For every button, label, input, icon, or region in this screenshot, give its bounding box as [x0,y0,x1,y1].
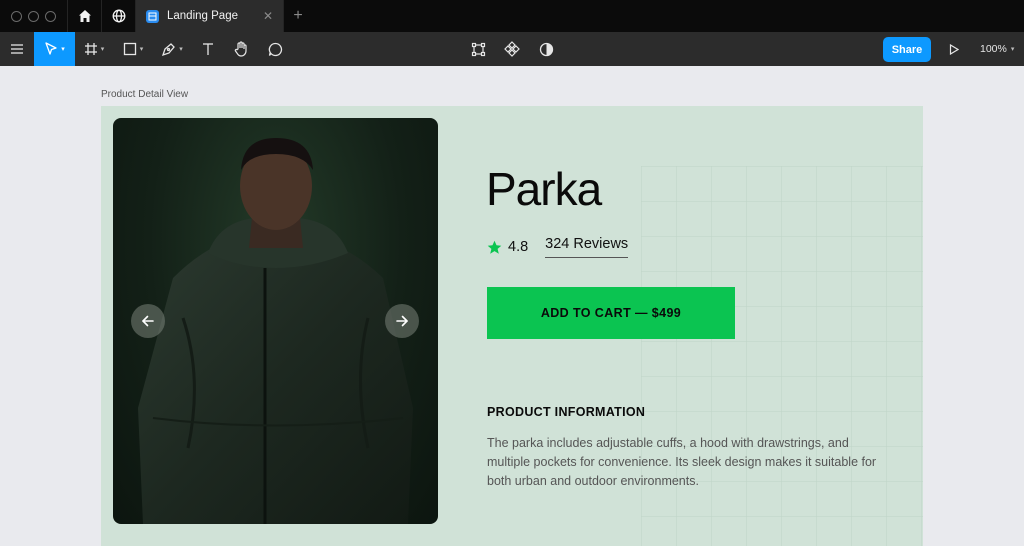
new-tab-button[interactable]: + [284,0,312,32]
previous-image-button[interactable] [131,304,165,338]
chevron-down-icon: ▾ [139,46,144,53]
play-icon [949,43,959,55]
product-detail-frame[interactable]: Parka 4.8 324 Reviews ADD TO CART — $499… [101,106,923,546]
assets-tool-button[interactable] [500,32,524,66]
rectangle-icon [123,42,136,56]
chevron-down-icon: ▾ [61,46,65,53]
chevron-down-icon: ▾ [100,46,105,53]
assets-icon [504,41,520,57]
window-controls [0,0,68,32]
present-button[interactable] [944,32,964,66]
component-tool-button[interactable] [466,32,490,66]
next-image-button[interactable] [385,304,419,338]
zoom-control[interactable]: 100% ▾ [980,32,1014,66]
star-icon [487,240,502,254]
component-icon [471,42,485,56]
toolbar: ▾ ▾ ▾ ▾ Share 100% ▾ [0,32,1024,66]
tab-landing-page[interactable]: Landing Page ✕ [136,0,284,32]
pen-icon [162,42,176,56]
text-tool-button[interactable] [191,32,224,66]
product-photo[interactable] [113,118,438,524]
hand-tool-button[interactable] [224,32,258,66]
frame-tool-button[interactable]: ▾ [75,32,113,66]
tab-title: Landing Page [167,10,238,22]
share-button[interactable]: Share [883,37,931,62]
product-info-heading: PRODUCT INFORMATION [487,405,646,419]
arrow-left-icon [142,315,154,327]
contrast-tool-button[interactable] [534,32,558,66]
zoom-level: 100% [980,43,1007,55]
comment-icon [268,42,282,56]
chevron-down-icon: ▾ [1010,46,1015,53]
file-icon [146,9,159,23]
contrast-icon [539,42,553,56]
product-title: Parka [486,163,602,215]
rating-row: 4.8 324 Reviews [487,236,629,258]
pen-tool-button[interactable]: ▾ [153,32,191,66]
add-to-cart-button[interactable]: ADD TO CART — $499 [487,287,735,339]
home-icon [78,10,91,22]
minimize-window-button[interactable] [28,10,39,22]
close-tab-icon[interactable]: ✕ [263,9,273,23]
maximize-window-button[interactable] [45,10,56,22]
comment-tool-button[interactable] [258,32,292,66]
move-icon [45,42,57,55]
main-menu-button[interactable] [0,32,34,66]
community-button[interactable] [102,0,136,32]
frame-label[interactable]: Product Detail View [101,89,188,100]
text-icon [202,43,213,55]
shape-tool-button[interactable]: ▾ [113,32,153,66]
product-info-description: The parka includes adjustable cuffs, a h… [487,436,877,488]
hand-icon [234,41,247,57]
menu-icon [11,44,23,54]
reviews-link[interactable]: 324 Reviews [545,236,629,258]
close-window-button[interactable] [11,10,22,22]
title-bar: Landing Page ✕ + [0,0,1024,32]
globe-icon [112,9,125,23]
frame-icon [84,43,97,55]
home-button[interactable] [68,0,102,32]
chevron-down-icon: ▾ [179,46,183,53]
rating-value: 4.8 [508,239,529,255]
arrow-right-icon [396,315,408,327]
move-tool-button[interactable]: ▾ [34,32,75,66]
